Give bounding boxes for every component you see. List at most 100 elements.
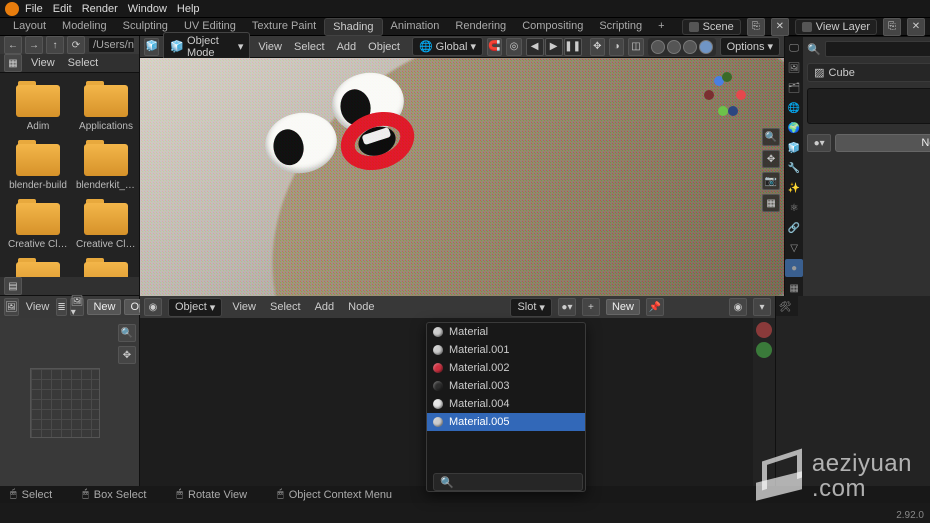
tab-texture-paint[interactable]: Texture Paint bbox=[244, 18, 324, 36]
scene-delete-icon[interactable]: ✕ bbox=[771, 18, 789, 36]
editor-type-icon[interactable]: 🧊 bbox=[144, 38, 159, 56]
ne-menu-add[interactable]: Add bbox=[311, 301, 339, 313]
tab-animation[interactable]: Animation bbox=[383, 18, 448, 36]
folder-item[interactable]: blenderkit_d… bbox=[76, 140, 136, 191]
material-slot-list[interactable] bbox=[807, 88, 930, 124]
tab-layout[interactable]: Layout bbox=[5, 18, 54, 36]
snap-icon[interactable]: 🧲 bbox=[487, 38, 502, 56]
tab-physics-icon[interactable]: ⚛ bbox=[785, 199, 803, 217]
gizmo-toggle-icon[interactable]: ✥ bbox=[590, 38, 605, 56]
browse-image-icon[interactable]: 🖼▾ bbox=[70, 298, 85, 316]
editor-type-icon[interactable]: ▦ bbox=[4, 54, 22, 72]
tab-compositing[interactable]: Compositing bbox=[514, 18, 591, 36]
camera-icon[interactable]: 📷 bbox=[762, 172, 780, 190]
vp-menu-select[interactable]: Select bbox=[290, 41, 329, 53]
folder-item[interactable]: Adim bbox=[8, 81, 68, 132]
scene-selector[interactable]: Scene bbox=[682, 19, 741, 35]
vp-menu-object[interactable]: Object bbox=[364, 41, 404, 53]
material-item[interactable]: Material.002 bbox=[427, 359, 585, 377]
folder-item[interactable]: Creative Clo… bbox=[8, 199, 68, 250]
material-item[interactable]: Material.001 bbox=[427, 341, 585, 359]
path-field[interactable]: /Users/nadiken/ bbox=[88, 37, 135, 53]
play-icon[interactable]: ▶ bbox=[545, 38, 563, 56]
material-item[interactable]: Material bbox=[427, 323, 585, 341]
pin-icon[interactable]: 📌 bbox=[646, 298, 664, 316]
folder-item[interactable]: Documents bbox=[76, 258, 136, 277]
tab-viewlayer-icon[interactable]: 🗂 bbox=[785, 79, 803, 97]
image-editor-canvas[interactable]: 🔍 ✥ bbox=[0, 318, 139, 486]
pause-icon[interactable]: ❚❚ bbox=[564, 38, 582, 56]
fb-menu-select[interactable]: Select bbox=[64, 57, 103, 69]
new-material-button[interactable]: New bbox=[835, 134, 930, 152]
new-image-button[interactable]: New bbox=[87, 299, 121, 315]
nav-up-icon[interactable]: ↑ bbox=[46, 36, 64, 54]
viewport-canvas[interactable]: 🔍 ✥ 📷 ▦ bbox=[140, 58, 784, 296]
axis-neg-x-icon[interactable] bbox=[704, 90, 714, 100]
tab-constraints-icon[interactable]: 🔗 bbox=[785, 219, 803, 237]
shading-wireframe-icon[interactable] bbox=[651, 40, 665, 54]
axis-x-icon[interactable] bbox=[736, 90, 746, 100]
properties-search[interactable] bbox=[825, 41, 930, 57]
tab-scripting[interactable]: Scripting bbox=[591, 18, 650, 36]
shader-type-selector[interactable]: Object ▾ bbox=[168, 298, 222, 317]
shading-rendered-icon[interactable] bbox=[699, 40, 713, 54]
viewlayer-selector[interactable]: View Layer bbox=[795, 19, 877, 35]
material-item[interactable]: Material.004 bbox=[427, 395, 585, 413]
tab-tool-icon[interactable]: 🛠 bbox=[776, 298, 794, 316]
vp-menu-add[interactable]: Add bbox=[333, 41, 361, 53]
tab-modeling[interactable]: Modeling bbox=[54, 18, 115, 36]
sidebar-item-icon[interactable] bbox=[756, 322, 772, 338]
vp-menu-view[interactable]: View bbox=[254, 41, 286, 53]
axis-neg-z-icon[interactable] bbox=[728, 106, 738, 116]
tab-scene-icon[interactable]: 🌐 bbox=[785, 99, 803, 117]
zoom-icon[interactable]: 🔍 bbox=[118, 324, 136, 342]
tab-output-icon[interactable]: 🖼 bbox=[785, 59, 803, 77]
backdrop-icon[interactable]: ▾ bbox=[753, 298, 771, 316]
menu-help[interactable]: Help bbox=[177, 3, 200, 15]
folder-item[interactable]: blender-build bbox=[8, 140, 68, 191]
menu-render[interactable]: Render bbox=[82, 3, 118, 15]
use-nodes-icon[interactable]: ◉ bbox=[729, 298, 747, 316]
editor-type-icon[interactable]: ◉ bbox=[144, 298, 162, 316]
viewlayer-delete-icon[interactable]: ✕ bbox=[907, 18, 925, 36]
tab-texture-icon[interactable]: ▦ bbox=[785, 279, 803, 297]
viewlayer-new-icon[interactable]: ⎘ bbox=[883, 18, 901, 36]
ne-menu-view[interactable]: View bbox=[228, 301, 260, 313]
add-material-icon[interactable]: + bbox=[582, 298, 600, 316]
folder-item[interactable]: Applications bbox=[76, 81, 136, 132]
material-search[interactable]: 🔍 bbox=[433, 473, 583, 491]
menu-window[interactable]: Window bbox=[128, 3, 167, 15]
navigation-gizmo[interactable] bbox=[704, 72, 748, 116]
sidebar-options-icon[interactable] bbox=[756, 342, 772, 358]
tab-object-icon[interactable]: 🧊 bbox=[785, 139, 803, 157]
folder-item[interactable]: Desktop bbox=[8, 258, 68, 277]
ie-menu-view[interactable]: View bbox=[22, 301, 54, 313]
axis-neg-y-icon[interactable] bbox=[722, 72, 732, 82]
object-datablock[interactable]: ▨ Cube ⟩ bbox=[807, 63, 930, 82]
menu-file[interactable]: File bbox=[25, 3, 43, 15]
orientation-selector[interactable]: 🌐 Global ▾ bbox=[412, 37, 483, 56]
xray-icon[interactable]: ◫ bbox=[628, 38, 643, 56]
nav-refresh-icon[interactable]: ⟳ bbox=[67, 36, 85, 54]
tab-world-icon[interactable]: 🌍 bbox=[785, 119, 803, 137]
ie-mode-icon[interactable]: ≣ bbox=[56, 298, 66, 316]
play-reverse-icon[interactable]: ◀ bbox=[526, 38, 544, 56]
tab-rendering[interactable]: Rendering bbox=[447, 18, 514, 36]
tab-+[interactable]: + bbox=[650, 18, 672, 36]
tab-material-icon[interactable]: ● bbox=[785, 259, 803, 277]
fb-menu-view[interactable]: View bbox=[27, 57, 59, 69]
display-mode-icon[interactable]: ▤ bbox=[4, 277, 22, 295]
shading-solid-icon[interactable] bbox=[667, 40, 681, 54]
shading-matprev-icon[interactable] bbox=[683, 40, 697, 54]
scene-new-icon[interactable]: ⎘ bbox=[747, 18, 765, 36]
menu-edit[interactable]: Edit bbox=[53, 3, 72, 15]
ne-menu-select[interactable]: Select bbox=[266, 301, 305, 313]
browse-material-icon[interactable]: ●▾ bbox=[807, 134, 831, 152]
ne-menu-node[interactable]: Node bbox=[344, 301, 378, 313]
overlays-icon[interactable]: ◑ bbox=[609, 38, 624, 56]
tab-data-icon[interactable]: ▽ bbox=[785, 239, 803, 257]
nav-forward-icon[interactable]: → bbox=[25, 36, 43, 54]
tab-modifier-icon[interactable]: 🔧 bbox=[785, 159, 803, 177]
mode-selector[interactable]: 🧊 Object Mode ▾ bbox=[163, 32, 250, 62]
tab-shading[interactable]: Shading bbox=[324, 18, 382, 36]
